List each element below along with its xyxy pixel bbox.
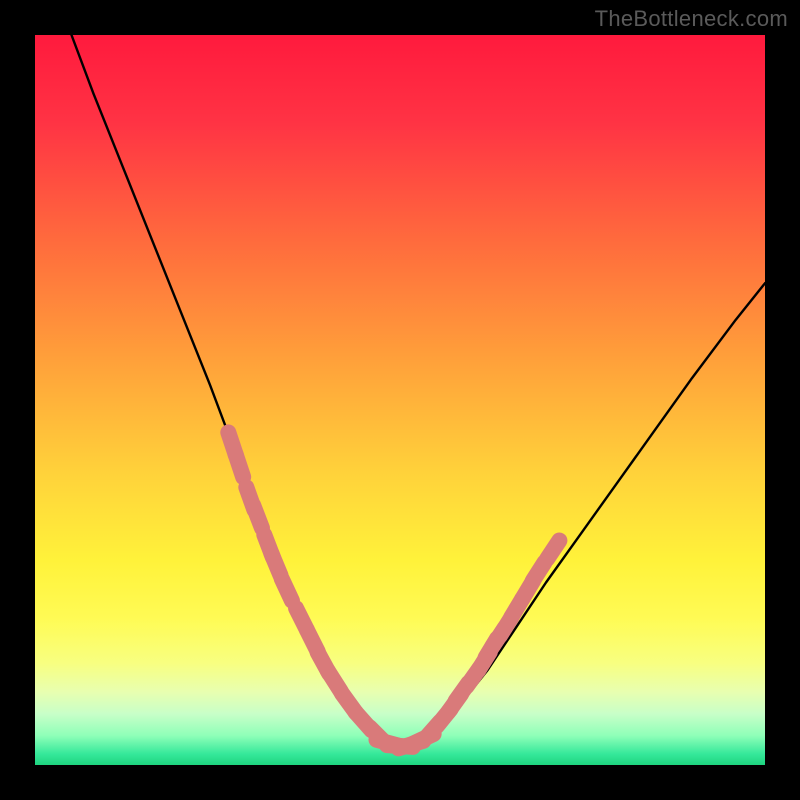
bead-segment — [253, 506, 262, 528]
chart-frame: TheBottleneck.com — [0, 0, 800, 800]
bead-segment — [547, 541, 559, 559]
bead-segment — [282, 579, 292, 601]
highlight-beads — [228, 432, 559, 748]
bottleneck-curve — [72, 35, 766, 747]
bead-segment — [236, 454, 244, 477]
watermark-text: TheBottleneck.com — [595, 6, 788, 32]
plot-area — [35, 35, 765, 765]
curve-layer — [35, 35, 765, 765]
